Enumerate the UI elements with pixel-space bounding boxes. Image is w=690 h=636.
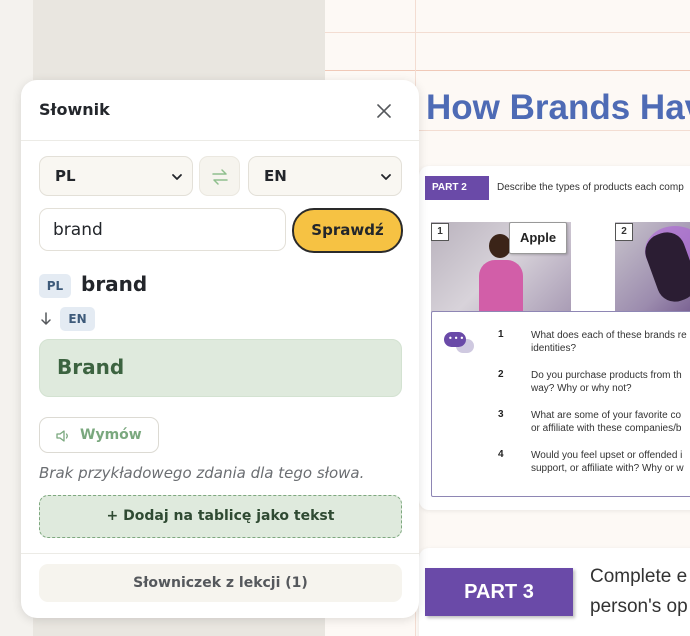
worksheet-part3[interactable]: PART 3 Complete e person's op: [419, 548, 690, 636]
question-text: Do you purchase products from th way? Wh…: [531, 370, 682, 394]
worksheet-part2[interactable]: PART 2 Describe the types of products ea…: [419, 166, 690, 510]
question-text: What does each of these brands re identi…: [531, 330, 687, 354]
source-language-value: PL: [55, 167, 76, 185]
swap-languages-button[interactable]: [199, 156, 240, 196]
translation-text: Brand: [57, 355, 125, 379]
divider: [21, 553, 419, 554]
question-number: 1: [498, 329, 504, 340]
source-language-select[interactable]: PL: [39, 156, 193, 196]
speaker-icon: [56, 430, 68, 442]
translation-result: Brand: [39, 339, 402, 397]
source-language-tag: PL: [39, 274, 71, 298]
slide-title: How Brands Hav: [426, 88, 690, 127]
pronounce-label: Wymów: [80, 427, 142, 443]
lesson-glossary-button[interactable]: Słowniczek z lekcji (1): [39, 564, 402, 602]
brand-label: Apple: [509, 222, 567, 254]
target-language-value: EN: [264, 167, 287, 185]
part3-instructions: Complete e person's op: [590, 566, 688, 617]
add-to-board-button[interactable]: + Dodaj na tablicę jako tekst: [39, 495, 402, 538]
photo-number: 2: [615, 223, 633, 241]
source-word: brand: [81, 272, 148, 296]
dictionary-panel: Słownik PL EN Sprawdź PL brand EN Brand …: [21, 80, 419, 618]
grid-line: [325, 32, 690, 33]
grid-line: [325, 70, 690, 71]
part2-badge: PART 2: [425, 176, 489, 200]
question-text: Would you feel upset or offended i suppo…: [531, 450, 684, 474]
chevron-down-icon: [381, 174, 391, 180]
part3-badge: PART 3: [425, 568, 573, 616]
question-number: 3: [498, 409, 504, 420]
no-example-message: Brak przykładowego zdania dla tego słowa…: [39, 464, 365, 482]
check-button[interactable]: Sprawdź: [292, 208, 403, 253]
question-text: What are some of your favorite co or aff…: [531, 410, 682, 434]
target-language-tag: EN: [60, 307, 95, 331]
chat-icon: •••: [444, 332, 476, 354]
photo-number: 1: [431, 223, 449, 241]
close-icon[interactable]: [373, 100, 395, 122]
question-number: 2: [498, 369, 504, 380]
panel-header: Słownik: [21, 80, 419, 141]
questions-box: ••• 1 What does each of these brands re …: [431, 311, 690, 497]
panel-title: Słownik: [39, 100, 110, 119]
word-search-input[interactable]: [39, 208, 286, 251]
target-language-select[interactable]: EN: [248, 156, 402, 196]
arrow-down-icon: [41, 312, 51, 325]
question-number: 4: [498, 449, 504, 460]
chevron-down-icon: [172, 174, 182, 180]
swap-icon: [212, 169, 228, 185]
pronounce-button[interactable]: Wymów: [39, 417, 159, 453]
part2-instructions: Describe the types of products each comp: [497, 182, 684, 193]
